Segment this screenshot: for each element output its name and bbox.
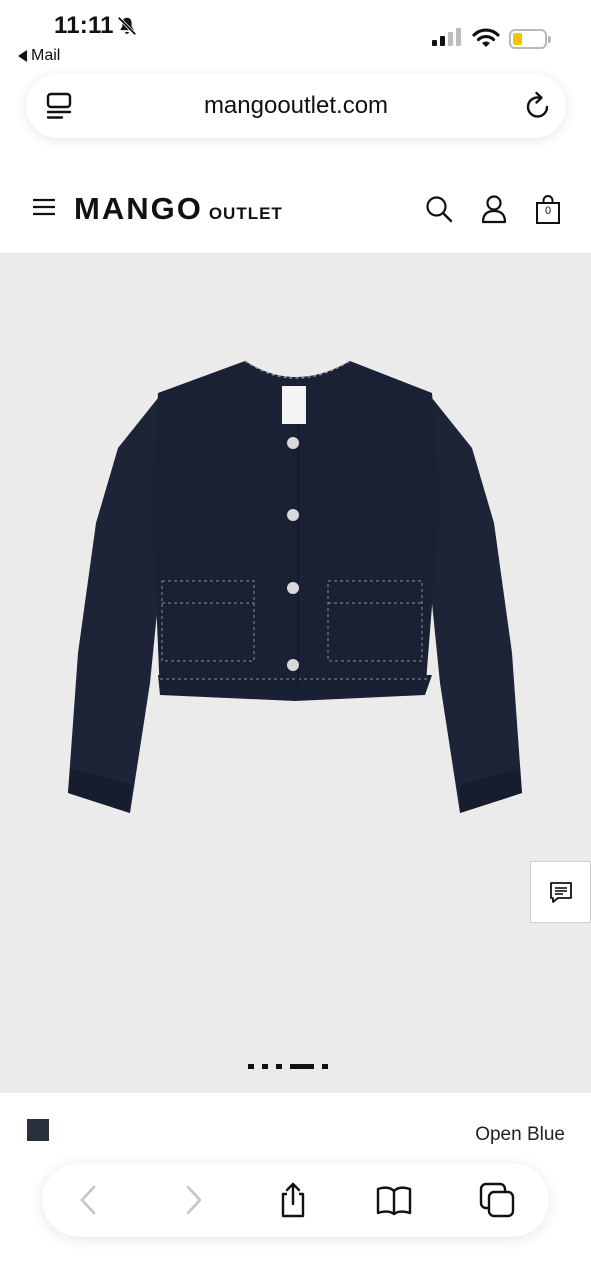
gallery-dot-active[interactable] [290, 1064, 314, 1069]
gallery-pagination [248, 1064, 328, 1069]
bookmarks-icon[interactable] [375, 1181, 413, 1219]
gallery-dot[interactable] [262, 1064, 268, 1069]
status-bar: 11:11 Mail [0, 0, 591, 70]
color-selector: Open Blue [0, 1093, 591, 1173]
tabs-icon[interactable] [478, 1181, 516, 1219]
product-image-gallery[interactable] [0, 253, 591, 1093]
silent-mode-icon [117, 16, 137, 36]
selected-color-name: Open Blue [475, 1124, 565, 1145]
wifi-icon [472, 28, 500, 47]
bag-count: 0 [544, 205, 552, 217]
forward-icon[interactable] [174, 1181, 212, 1219]
product-image-denim-jacket [68, 360, 522, 813]
back-app-label: Mail [31, 47, 61, 64]
search-icon[interactable] [425, 195, 453, 223]
url-text[interactable]: mangooutlet.com [26, 92, 566, 120]
back-icon[interactable] [70, 1181, 108, 1219]
gallery-dot[interactable] [248, 1064, 254, 1069]
user-icon[interactable] [480, 194, 508, 224]
address-bar[interactable]: mangooutlet.com [26, 74, 566, 138]
logo-outlet: OUTLET [208, 204, 283, 223]
gallery-dot[interactable] [322, 1064, 328, 1069]
site-header: MANGO OUTLET 0 [0, 165, 591, 253]
chat-icon [550, 882, 572, 903]
shopping-bag-button[interactable]: 0 [534, 195, 562, 225]
gallery-dot[interactable] [276, 1064, 282, 1069]
chat-button[interactable] [530, 861, 591, 923]
color-swatch[interactable] [27, 1119, 49, 1141]
battery-icon [509, 29, 551, 49]
back-arrow-icon [18, 50, 27, 62]
battery-level [513, 33, 522, 45]
reload-icon[interactable] [524, 91, 552, 121]
back-to-mail-link[interactable]: Mail [18, 47, 60, 65]
menu-icon[interactable] [32, 197, 56, 217]
share-icon[interactable] [274, 1181, 312, 1219]
mango-outlet-logo[interactable]: MANGO OUTLET [74, 191, 283, 227]
browser-toolbar [42, 1163, 549, 1237]
status-time: 11:11 [54, 12, 114, 39]
cellular-signal-icon [432, 28, 461, 46]
logo-brand: MANGO [74, 191, 203, 226]
